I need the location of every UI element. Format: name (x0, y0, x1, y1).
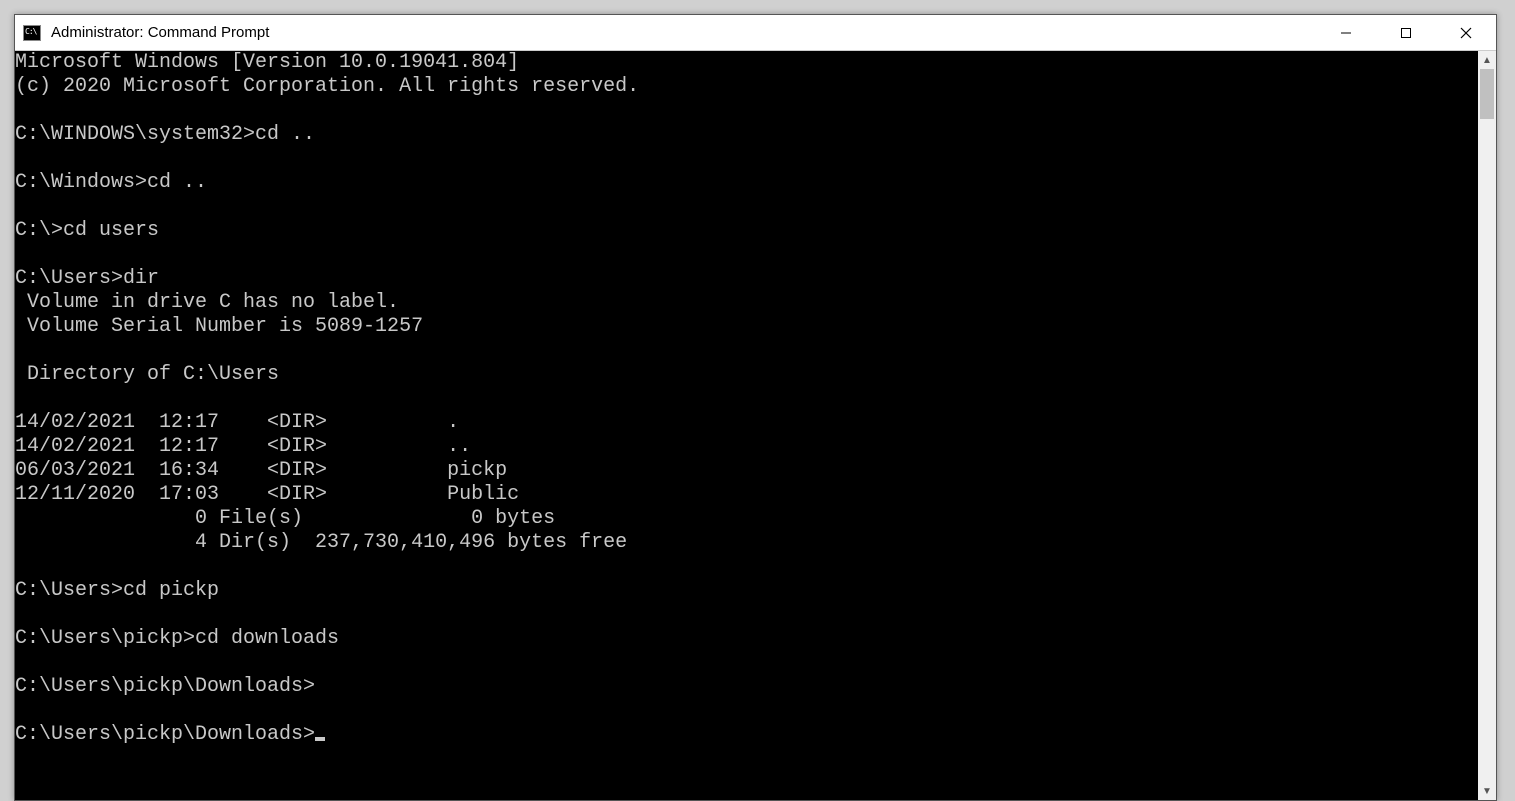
terminal-line: Volume Serial Number is 5089-1257 (15, 315, 423, 338)
scroll-down-arrow-icon[interactable]: ▼ (1478, 782, 1496, 800)
terminal-line: Volume in drive C has no label. (15, 291, 399, 314)
terminal-area: Microsoft Windows [Version 10.0.19041.80… (15, 51, 1496, 800)
terminal-line: 14/02/2021 12:17 <DIR> . (15, 411, 459, 434)
minimize-button[interactable] (1316, 15, 1376, 50)
terminal-line: 14/02/2021 12:17 <DIR> .. (15, 435, 471, 458)
terminal-line: 4 Dir(s) 237,730,410,496 bytes free (15, 531, 627, 554)
close-icon (1460, 27, 1472, 39)
current-prompt[interactable]: C:\Users\pickp\Downloads> (15, 723, 315, 746)
terminal-line: 0 File(s) 0 bytes (15, 507, 555, 530)
cmd-icon (23, 25, 41, 41)
scroll-up-arrow-icon[interactable]: ▲ (1478, 51, 1496, 69)
terminal-line: C:\Users>dir (15, 267, 159, 290)
terminal-line: Directory of C:\Users (15, 363, 279, 386)
window-title: Administrator: Command Prompt (51, 24, 1316, 41)
terminal-line: C:\Windows>cd .. (15, 171, 207, 194)
terminal-line: C:\Users\pickp\Downloads> (15, 675, 315, 698)
cmd-window: Administrator: Command Prompt Microsoft … (14, 14, 1497, 801)
vertical-scrollbar[interactable]: ▲ ▼ (1478, 51, 1496, 800)
text-cursor (315, 737, 325, 741)
scroll-track[interactable] (1478, 69, 1496, 782)
terminal-line: C:\Users\pickp>cd downloads (15, 627, 339, 650)
scroll-thumb[interactable] (1480, 69, 1494, 119)
close-button[interactable] (1436, 15, 1496, 50)
terminal-line: (c) 2020 Microsoft Corporation. All righ… (15, 75, 639, 98)
terminal-line: 06/03/2021 16:34 <DIR> pickp (15, 459, 507, 482)
maximize-icon (1400, 27, 1412, 39)
window-controls (1316, 15, 1496, 50)
terminal-output[interactable]: Microsoft Windows [Version 10.0.19041.80… (15, 51, 1478, 800)
titlebar[interactable]: Administrator: Command Prompt (15, 15, 1496, 51)
terminal-line: Microsoft Windows [Version 10.0.19041.80… (15, 51, 519, 74)
terminal-line: C:\Users>cd pickp (15, 579, 219, 602)
terminal-line: C:\>cd users (15, 219, 159, 242)
terminal-line: 12/11/2020 17:03 <DIR> Public (15, 483, 519, 506)
maximize-button[interactable] (1376, 15, 1436, 50)
minimize-icon (1340, 27, 1352, 39)
terminal-line: C:\WINDOWS\system32>cd .. (15, 123, 315, 146)
